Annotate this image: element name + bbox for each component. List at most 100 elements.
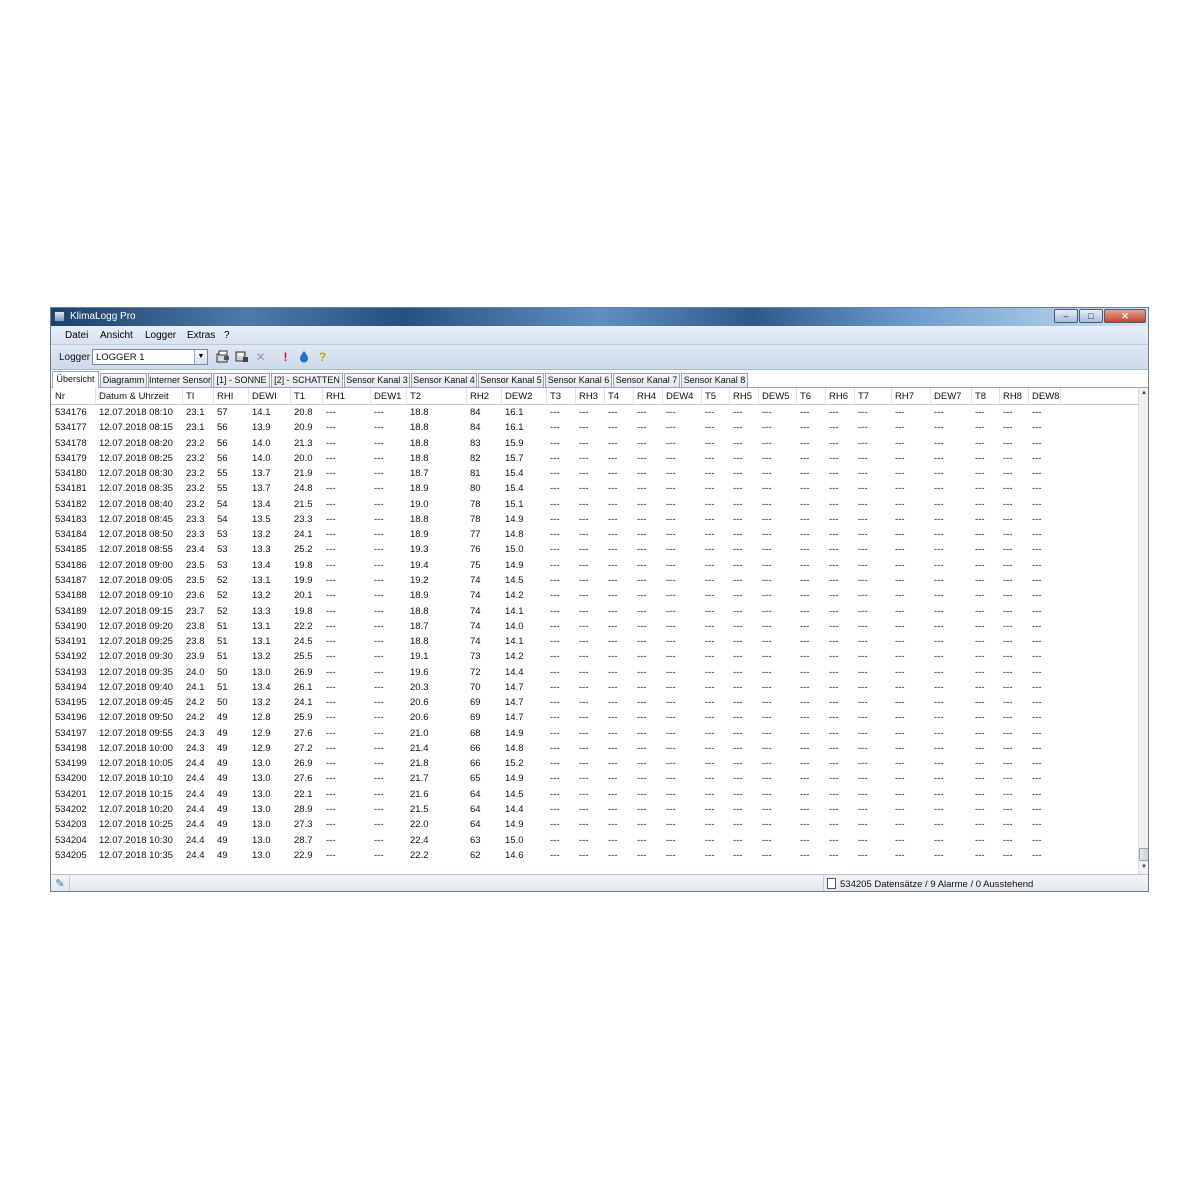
menu-ansicht[interactable]: Ansicht	[100, 330, 133, 341]
table-row[interactable]: 534190 12.07.2018 09:20 23.8 51 13.1 22.2 --- -…	[51, 620, 1138, 635]
table-row[interactable]: 534201 12.07.2018 10:15 24.4 49 13.0 22.1 --- -…	[51, 788, 1138, 803]
table-row[interactable]: 534183 12.07.2018 08:45 23.3 54 13.5 23.3 --- -…	[51, 513, 1138, 528]
vertical-scrollbar[interactable]: ▲ ▼	[1138, 388, 1148, 874]
column-header-dew1[interactable]: DEW1	[371, 388, 407, 405]
minimize-button[interactable]: –	[1054, 309, 1078, 323]
table-row[interactable]: 534202 12.07.2018 10:20 24.4 49 13.0 28.9 --- -…	[51, 803, 1138, 818]
column-header-t4[interactable]: T4	[605, 388, 634, 405]
help-icon[interactable]: ?	[315, 350, 330, 365]
scroll-down-arrow-icon[interactable]: ▼	[1139, 862, 1148, 873]
close-button[interactable]: ✕	[1104, 309, 1146, 323]
column-header-t5[interactable]: T5	[702, 388, 730, 405]
tab-uebersicht[interactable]: Übersicht	[52, 371, 99, 388]
scroll-thumb[interactable]	[1139, 848, 1148, 861]
data-table[interactable]: Nr Datum & Uhrzeit TI RHI DEWI T1 RH1 DEW1 T2 RH2…	[51, 388, 1138, 874]
delete-x-icon[interactable]: ✕	[253, 350, 268, 365]
table-row[interactable]: 534182 12.07.2018 08:40 23.2 54 13.4 21.5 --- -…	[51, 498, 1138, 513]
column-header-rh7[interactable]: RH7	[892, 388, 931, 405]
cell-empty: ---	[858, 849, 868, 861]
tab-sensor-kanal-8[interactable]: Sensor Kanal 8	[681, 373, 748, 387]
table-row[interactable]: 534203 12.07.2018 10:25 24.4 49 13.0 27.3 --- -…	[51, 818, 1138, 833]
column-header-dew4[interactable]: DEW4	[663, 388, 702, 405]
table-row[interactable]: 534180 12.07.2018 08:30 23.2 55 13.7 21.9 --- -…	[51, 467, 1138, 482]
maximize-button[interactable]: □	[1079, 309, 1103, 323]
table-row[interactable]: 534178 12.07.2018 08:20 23.2 56 14.0 21.3 --- -…	[51, 437, 1138, 452]
table-row[interactable]: 534184 12.07.2018 08:50 23.3 53 13.2 24.1 --- -…	[51, 528, 1138, 543]
column-header-rh2[interactable]: RH2	[467, 388, 502, 405]
column-header-t7[interactable]: T7	[855, 388, 892, 405]
table-row[interactable]: 534198 12.07.2018 10:00 24.3 49 12.9 27.2 --- -…	[51, 742, 1138, 757]
column-header-dew5[interactable]: DEW5	[759, 388, 797, 405]
column-header-t6[interactable]: T6	[797, 388, 826, 405]
open-folder-icon[interactable]	[215, 350, 230, 365]
column-header-t3[interactable]: T3	[547, 388, 576, 405]
logger-select[interactable]: LOGGER 1 ▼	[92, 349, 208, 365]
cell-empty: ---	[829, 712, 839, 724]
tab-sensor-kanal-4[interactable]: Sensor Kanal 4	[411, 373, 477, 387]
menu-datei[interactable]: Datei	[65, 330, 88, 341]
table-row[interactable]: 534179 12.07.2018 08:25 23.2 56 14.0 20.0 --- -…	[51, 452, 1138, 467]
table-row[interactable]: 534176 12.07.2018 08:10 23.1 57 14.1 20.8 --- -…	[51, 406, 1138, 421]
column-header-rh1[interactable]: RH1	[323, 388, 371, 405]
table-row[interactable]: 534194 12.07.2018 09:40 24.1 51 13.4 26.1 --- -…	[51, 681, 1138, 696]
table-row[interactable]: 534189 12.07.2018 09:15 23.7 52 13.3 19.8 --- -…	[51, 605, 1138, 620]
title-bar[interactable]: KlimaLogg Pro – □ ✕	[51, 308, 1148, 326]
table-row[interactable]: 534200 12.07.2018 10:10 24.4 49 13.0 27.6 --- -…	[51, 772, 1138, 787]
menu-help[interactable]: ?	[224, 330, 230, 341]
tab-sensor-kanal-6[interactable]: Sensor Kanal 6	[545, 373, 612, 387]
cell-empty: ---	[326, 422, 336, 434]
column-header-dewi[interactable]: DEWI	[249, 388, 291, 405]
table-row[interactable]: 534197 12.07.2018 09:55 24.3 49 12.9 27.6 --- -…	[51, 727, 1138, 742]
table-row[interactable]: 534181 12.07.2018 08:35 23.2 55 13.7 24.8 --- -…	[51, 482, 1138, 497]
tab-sensor-kanal-7[interactable]: Sensor Kanal 7	[613, 373, 680, 387]
save-download-icon[interactable]	[234, 350, 249, 365]
table-row[interactable]: 534193 12.07.2018 09:35 24.0 50 13.0 26.9 --- -…	[51, 666, 1138, 681]
table-row[interactable]: 534177 12.07.2018 08:15 23.1 56 13.9 20.9 --- -…	[51, 421, 1138, 436]
column-header-rh4[interactable]: RH4	[634, 388, 663, 405]
cell-empty: ---	[829, 422, 839, 434]
menu-extras[interactable]: Extras	[187, 330, 215, 341]
cell-empty: ---	[579, 834, 589, 846]
table-row[interactable]: 534188 12.07.2018 09:10 23.6 52 13.2 20.1 --- -…	[51, 589, 1138, 604]
column-header-nr[interactable]: Nr	[52, 388, 96, 405]
column-header-t1[interactable]: T1	[291, 388, 323, 405]
column-header-rh8[interactable]: RH8	[1000, 388, 1029, 405]
cell-empty: ---	[1003, 437, 1013, 449]
tab-sensor-kanal-3[interactable]: Sensor Kanal 3	[344, 373, 410, 387]
table-row[interactable]: 534191 12.07.2018 09:25 23.8 51 13.1 24.5 --- -…	[51, 635, 1138, 650]
dewpoint-drop-icon[interactable]	[296, 350, 311, 365]
table-row[interactable]: 534204 12.07.2018 10:30 24.4 49 13.0 28.7 --- -…	[51, 834, 1138, 849]
column-header-rh5[interactable]: RH5	[730, 388, 759, 405]
table-row[interactable]: 534186 12.07.2018 09:00 23.5 53 13.4 19.8 --- -…	[51, 559, 1138, 574]
table-row[interactable]: 534195 12.07.2018 09:45 24.2 50 13.2 24.1 --- -…	[51, 696, 1138, 711]
cell-datum-uhrzeit: 12.07.2018 09:55	[99, 727, 173, 739]
chevron-down-icon[interactable]: ▼	[194, 350, 207, 364]
column-header-rh3[interactable]: RH3	[576, 388, 605, 405]
column-header-rhi[interactable]: RHI	[214, 388, 249, 405]
table-row[interactable]: 534185 12.07.2018 08:55 23.4 53 13.3 25.2 --- -…	[51, 543, 1138, 558]
table-row[interactable]: 534199 12.07.2018 10:05 24.4 49 13.0 26.9 --- -…	[51, 757, 1138, 772]
tab-sensor-kanal-5[interactable]: Sensor Kanal 5	[478, 373, 544, 387]
cell-empty: ---	[666, 498, 676, 510]
tab-sensor-2-schatten[interactable]: [2] - SCHATTEN	[271, 373, 343, 387]
tab-sensor-1-sonne[interactable]: [1] - SONNE	[213, 373, 270, 387]
table-row[interactable]: 534205 12.07.2018 10:35 24.4 49 13.0 22.9 --- -…	[51, 849, 1138, 864]
table-row[interactable]: 534196 12.07.2018 09:50 24.2 49 12.8 25.9 --- -…	[51, 711, 1138, 726]
cell-empty: ---	[1003, 804, 1013, 816]
table-row[interactable]: 534187 12.07.2018 09:05 23.5 52 13.1 19.9 --- -…	[51, 574, 1138, 589]
cell-nr: 534182	[55, 498, 87, 510]
tab-interner-sensor[interactable]: Interner Sensor	[148, 373, 212, 387]
column-header-t2[interactable]: T2	[407, 388, 467, 405]
menu-logger[interactable]: Logger	[145, 330, 176, 341]
column-header-dew7[interactable]: DEW7	[931, 388, 972, 405]
scroll-up-arrow-icon[interactable]: ▲	[1139, 388, 1148, 399]
tab-diagramm[interactable]: Diagramm	[100, 373, 147, 387]
column-header-datum-uhrzeit[interactable]: Datum & Uhrzeit	[96, 388, 183, 405]
table-row[interactable]: 534192 12.07.2018 09:30 23.9 51 13.2 25.5 --- -…	[51, 650, 1138, 665]
column-header-dew2[interactable]: DEW2	[502, 388, 547, 405]
column-header-dew8[interactable]: DEW8	[1029, 388, 1061, 405]
column-header-t8[interactable]: T8	[972, 388, 1000, 405]
column-header-rh6[interactable]: RH6	[826, 388, 855, 405]
alarm-exclamation-icon[interactable]: !	[278, 350, 293, 365]
column-header-ti[interactable]: TI	[183, 388, 214, 405]
